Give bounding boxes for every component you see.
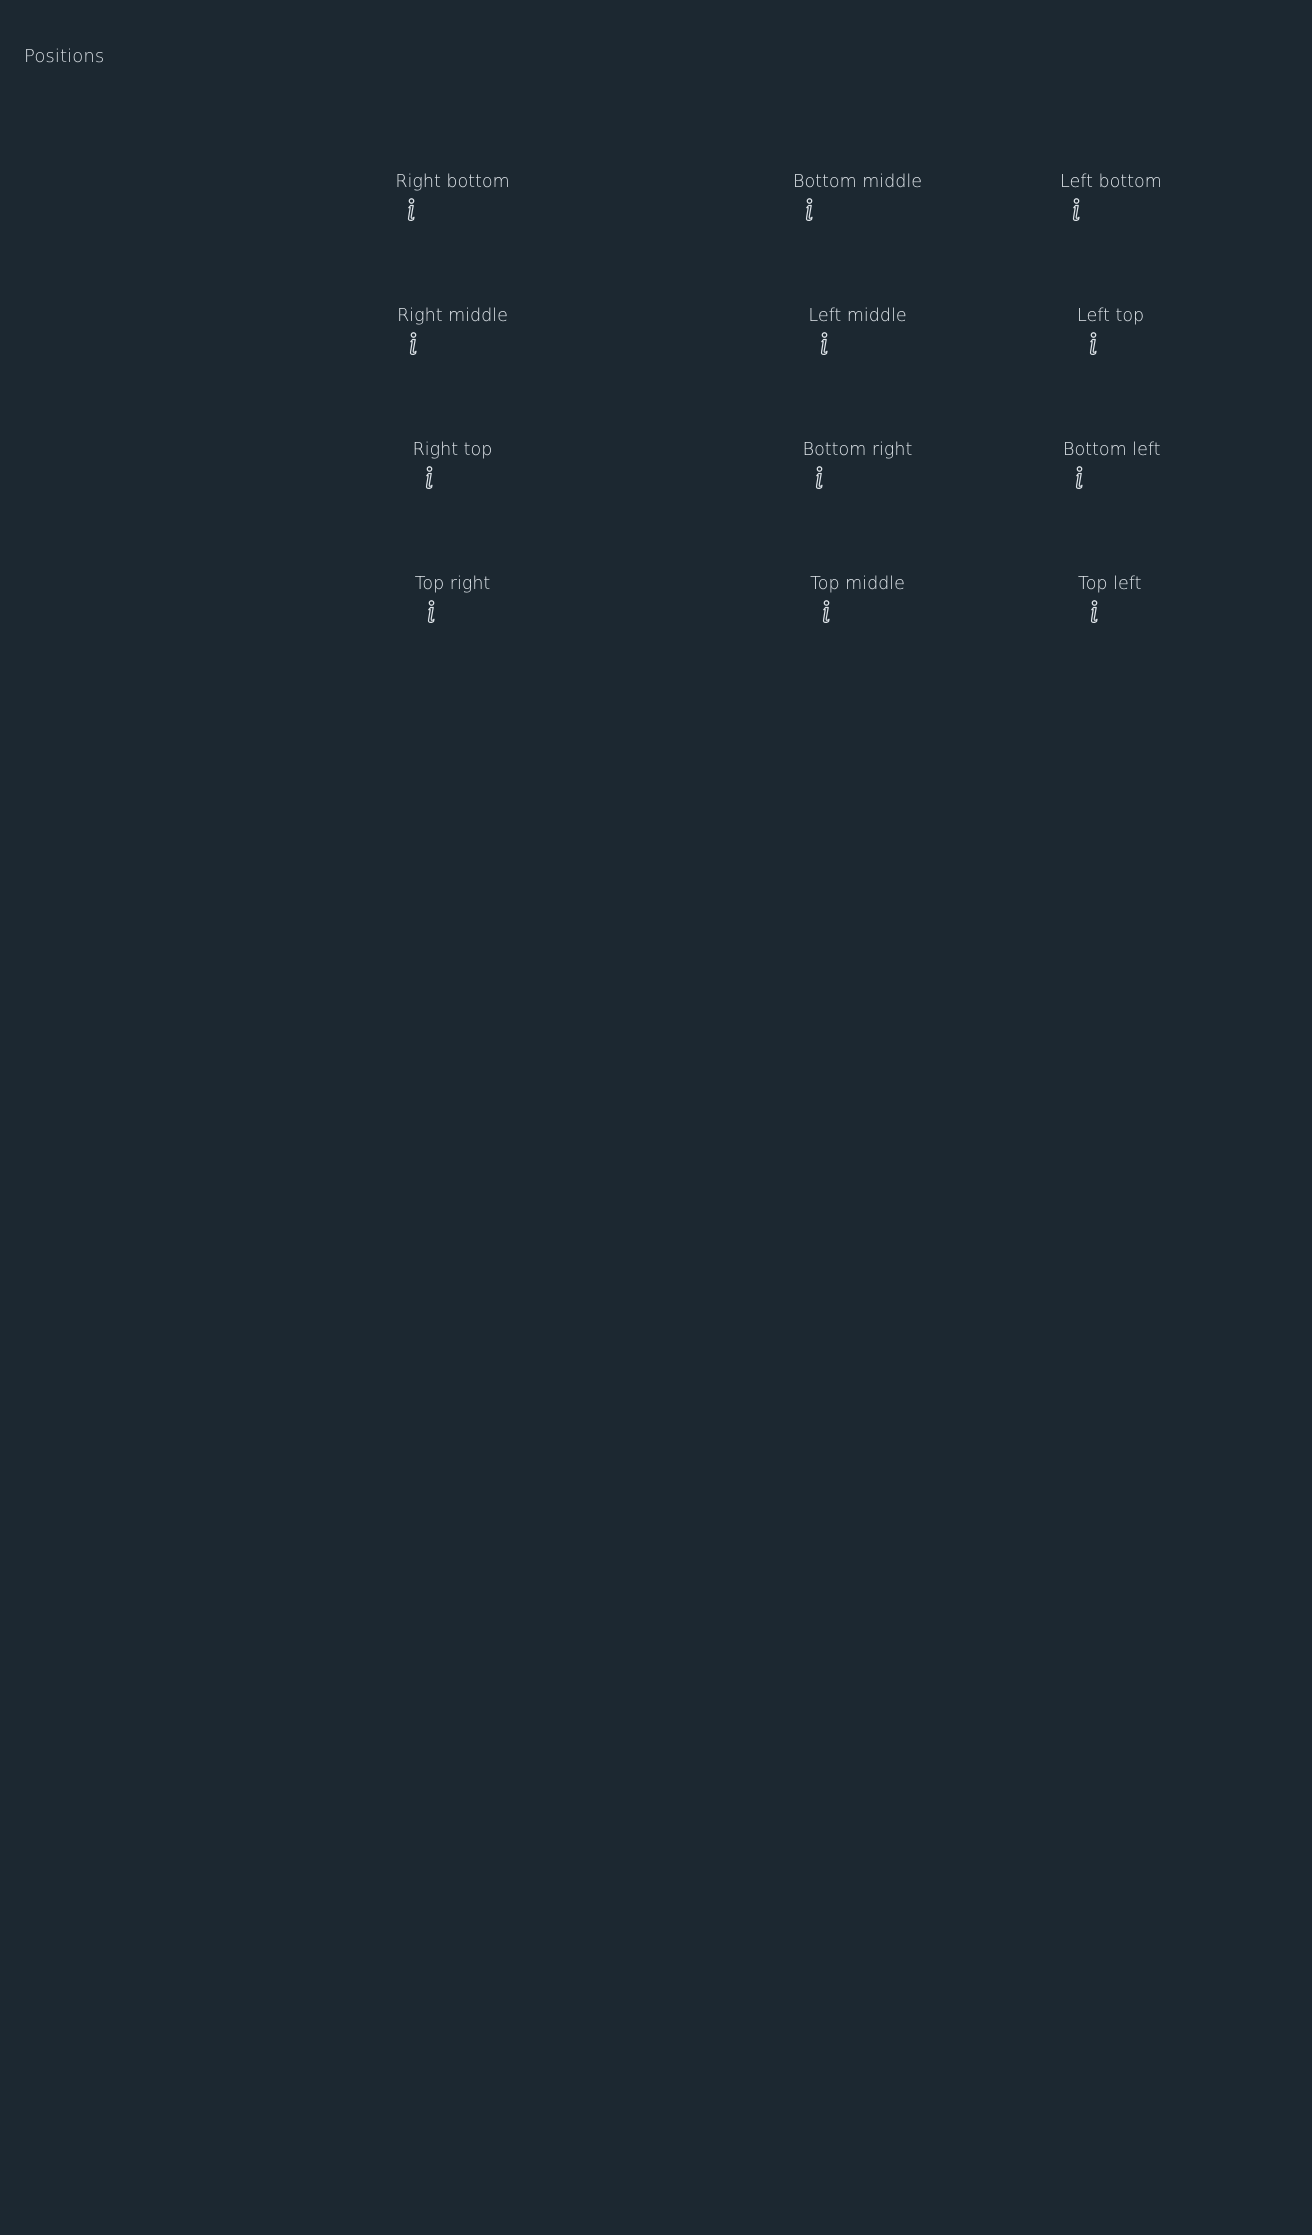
position-cell-left-top: Left top <box>1060 302 1312 436</box>
info-icon[interactable] <box>405 330 421 358</box>
info-icon[interactable] <box>421 464 437 492</box>
tooltip-demo-item: Left top <box>1077 302 1144 436</box>
position-cell-bottom-middle: Bottom middle <box>655 168 1060 302</box>
position-label: Right top <box>412 440 493 460</box>
tooltip-demo-item: Left middle <box>808 302 907 436</box>
position-label: Top right <box>414 574 491 594</box>
tooltip-demo-item: Top middle <box>810 570 905 704</box>
info-icon[interactable] <box>403 196 419 224</box>
position-label: Left bottom <box>1060 172 1162 192</box>
position-cell-right-bottom: Right bottom <box>250 168 655 302</box>
position-label: Bottom left <box>1063 440 1161 460</box>
tooltip-demo-item: Top right <box>414 570 491 704</box>
tooltip-demo-item: Bottom left <box>1063 436 1161 570</box>
page-title: Positions <box>24 46 105 67</box>
info-icon[interactable] <box>423 598 439 626</box>
position-cell-left-middle: Left middle <box>655 302 1060 436</box>
position-cell-bottom-right: Bottom right <box>655 436 1060 570</box>
position-label: Right middle <box>397 306 508 326</box>
position-label: Left middle <box>808 306 907 326</box>
positions-grid: Right bottom Bottom middle Left bottom R… <box>0 168 1312 704</box>
position-label: Top left <box>1078 574 1142 594</box>
info-icon[interactable] <box>1071 464 1087 492</box>
info-icon[interactable] <box>801 196 817 224</box>
position-cell-right-middle: Right middle <box>250 302 655 436</box>
position-cell-top-left: Top left <box>1060 570 1312 704</box>
position-label: Right bottom <box>395 172 510 192</box>
tooltip-demo-item: Right middle <box>397 302 508 436</box>
info-icon[interactable] <box>1085 330 1101 358</box>
tooltip-demo-item: Left bottom <box>1060 168 1162 302</box>
position-cell-bottom-left: Bottom left <box>1060 436 1312 570</box>
tooltip-demo-item: Bottom middle <box>793 168 922 302</box>
position-cell-top-middle: Top middle <box>655 570 1060 704</box>
position-cell-left-bottom: Left bottom <box>1060 168 1312 302</box>
position-label: Bottom right <box>802 440 913 460</box>
info-icon[interactable] <box>818 598 834 626</box>
info-icon[interactable] <box>1086 598 1102 626</box>
tooltip-demo-item: Right bottom <box>395 168 510 302</box>
info-icon[interactable] <box>816 330 832 358</box>
tooltip-demo-item: Right top <box>412 436 493 570</box>
tooltip-demo-item: Bottom right <box>802 436 913 570</box>
position-label: Bottom middle <box>793 172 922 192</box>
position-label: Top middle <box>810 574 905 594</box>
position-label: Left top <box>1077 306 1145 326</box>
position-cell-top-right: Top right <box>250 570 655 704</box>
info-icon[interactable] <box>1068 196 1084 224</box>
tooltip-demo-item: Top left <box>1078 570 1141 704</box>
info-icon[interactable] <box>811 464 827 492</box>
position-cell-right-top: Right top <box>250 436 655 570</box>
